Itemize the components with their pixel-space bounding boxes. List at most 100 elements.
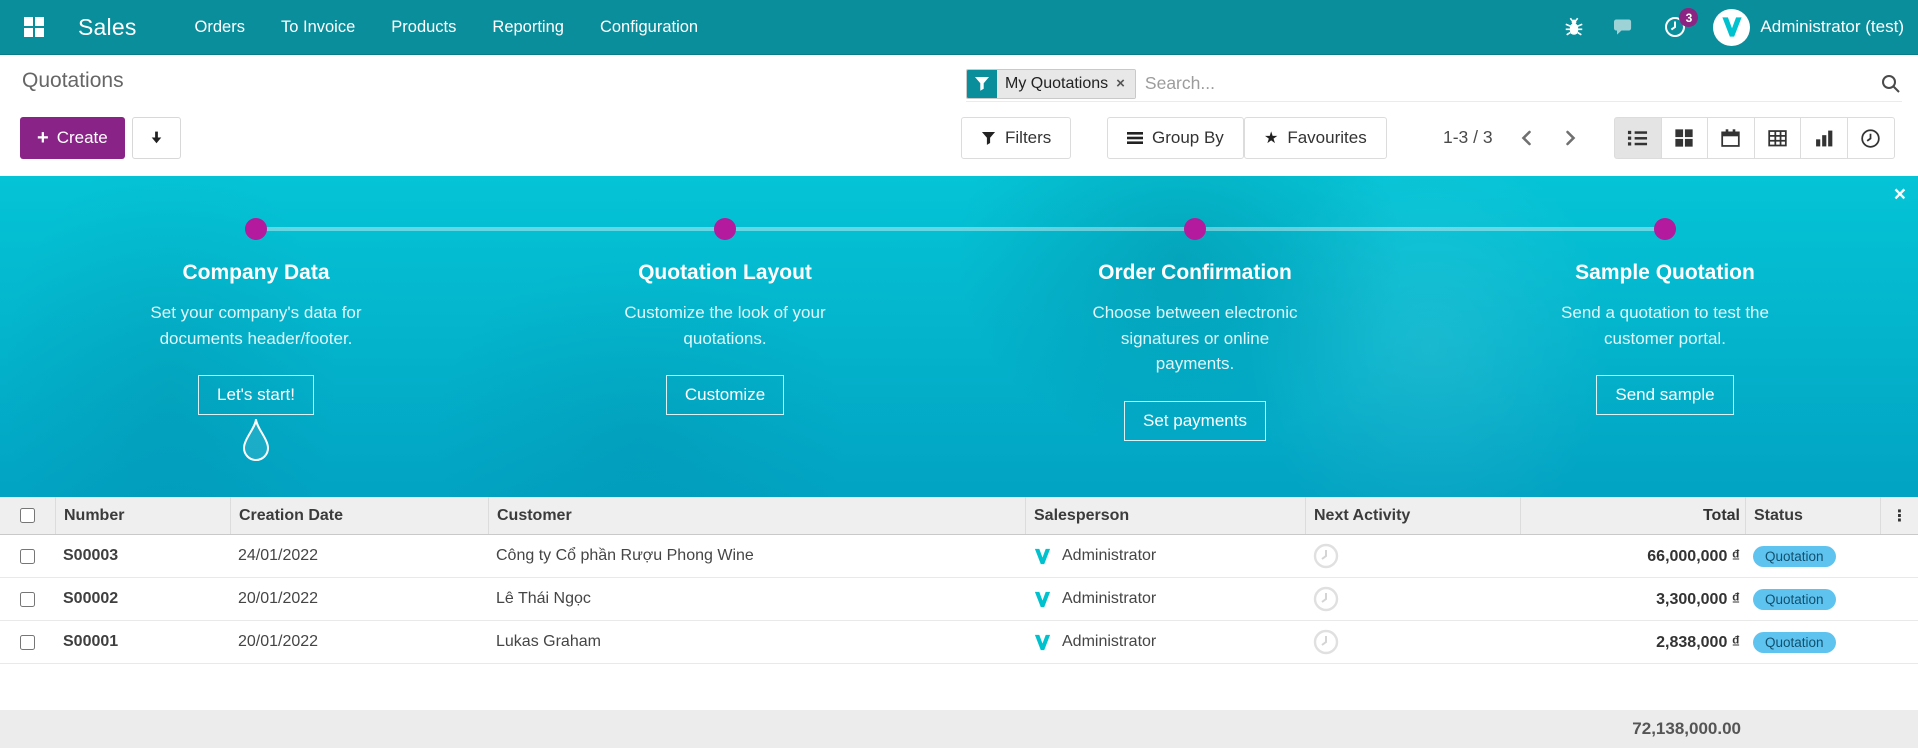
view-pivot-button[interactable]: [1753, 117, 1802, 159]
pager-previous-button[interactable]: [1510, 121, 1544, 155]
row-checkbox[interactable]: [20, 634, 35, 650]
create-button[interactable]: + Create: [20, 117, 125, 159]
chevron-left-icon: [1521, 130, 1531, 146]
cell-creation-date: 20/01/2022: [238, 633, 319, 650]
filter-funnel-icon: [967, 69, 997, 98]
group-by-button[interactable]: Group By: [1107, 117, 1244, 159]
table-row-s00003[interactable]: S00003 24/01/2022 Công ty Cổ phần Rượu P…: [0, 535, 1918, 578]
apps-menu-button[interactable]: [20, 13, 48, 41]
cell-salesperson: Administrator: [1062, 547, 1157, 564]
column-header-salesperson[interactable]: Salesperson: [1025, 497, 1305, 534]
column-header-total[interactable]: Total: [1520, 497, 1745, 534]
cell-total: 3,300,000 ₫: [1656, 590, 1740, 608]
row-checkbox[interactable]: [20, 591, 35, 607]
column-header-customer[interactable]: Customer: [488, 497, 1025, 534]
search-facet: My Quotations ×: [966, 68, 1136, 99]
row-checkbox[interactable]: [20, 548, 35, 564]
onboarding-step-quotation-layout: Quotation Layout Customize the look of y…: [545, 261, 905, 415]
customize-button[interactable]: Customize: [665, 375, 785, 415]
view-list-button[interactable]: [1614, 117, 1662, 159]
pivot-view-icon: [1768, 129, 1787, 146]
step-description: Send a quotation to test the customer po…: [1561, 303, 1769, 348]
apps-grid-icon: [24, 17, 44, 37]
list-view-icon: [1628, 130, 1648, 146]
search-icon[interactable]: [1880, 73, 1902, 95]
step-title: Sample Quotation: [1575, 261, 1755, 284]
water-drop-icon: [76, 417, 436, 468]
select-all-checkbox[interactable]: [20, 508, 35, 523]
remove-facet-button[interactable]: ×: [1108, 75, 1133, 92]
cell-salesperson: Administrator: [1062, 590, 1157, 607]
status-badge: Quotation: [1753, 545, 1836, 567]
status-badge: Quotation: [1753, 588, 1836, 610]
footer-total: 72,138,000.00: [1632, 719, 1741, 738]
cell-creation-date: 24/01/2022: [238, 547, 319, 564]
quotations-table: Number Creation Date Customer Salesperso…: [0, 497, 1918, 664]
table-row-s00001[interactable]: S00001 20/01/2022 Lukas Graham Administr…: [0, 621, 1918, 664]
favourites-button[interactable]: ★ Favourites: [1244, 117, 1387, 159]
step-description: Choose between electronic signatures or …: [1092, 303, 1298, 373]
app-name[interactable]: Sales: [78, 14, 137, 41]
lets-start-button[interactable]: Let's start!: [198, 375, 314, 415]
send-sample-button[interactable]: Send sample: [1596, 375, 1734, 415]
graph-view-icon: [1816, 130, 1833, 146]
top-navbar: Sales Orders To Invoice Products Reporti…: [0, 0, 1918, 55]
next-activity-clock-icon[interactable]: [1305, 543, 1520, 569]
plus-icon: +: [37, 127, 49, 149]
onboarding-step-company-data: Company Data Set your company's data for…: [76, 261, 436, 468]
view-activity-button[interactable]: [1846, 117, 1895, 159]
pager-next-button[interactable]: [1553, 121, 1587, 155]
view-graph-button[interactable]: [1800, 117, 1848, 159]
user-name: Administrator (test): [1760, 17, 1904, 36]
cell-customer: Lukas Graham: [496, 633, 601, 650]
next-activity-clock-icon[interactable]: [1305, 629, 1520, 655]
filters-funnel-icon: [981, 131, 996, 145]
menu-orders[interactable]: Orders: [195, 18, 245, 37]
calendar-view-icon: [1721, 128, 1741, 147]
main-menu: Orders To Invoice Products Reporting Con…: [195, 18, 699, 37]
search-bar: My Quotations ×: [966, 66, 1902, 102]
favourites-label: Favourites: [1287, 128, 1367, 147]
column-header-next-activity[interactable]: Next Activity: [1305, 497, 1520, 534]
set-payments-button[interactable]: Set payments: [1124, 400, 1266, 441]
column-header-status[interactable]: Status: [1745, 497, 1880, 534]
filters-label: Filters: [1005, 128, 1052, 147]
sales-app-window: Sales Orders To Invoice Products Reporti…: [0, 0, 1918, 750]
download-arrow-icon: [151, 131, 162, 143]
search-facet-label: My Quotations: [1005, 74, 1109, 92]
column-header-creation-date[interactable]: Creation Date: [230, 497, 488, 534]
view-switcher: [1614, 117, 1895, 159]
status-badge: Quotation: [1753, 631, 1836, 653]
step-title: Company Data: [182, 261, 330, 284]
table-row-s00002[interactable]: S00002 20/01/2022 Lê Thái Ngọc Administr…: [0, 578, 1918, 621]
step-title: Quotation Layout: [638, 261, 812, 284]
step-description: Set your company's data for documents he…: [150, 303, 362, 348]
progress-line: [256, 227, 1665, 231]
column-header-number[interactable]: Number: [55, 497, 230, 534]
activities-clock-icon[interactable]: 3: [1663, 8, 1699, 39]
filters-button[interactable]: Filters: [961, 117, 1072, 159]
onboarding-step-order-confirmation: Order Confirmation Choose between electr…: [1015, 261, 1375, 441]
messages-icon[interactable]: [1611, 15, 1637, 39]
cell-number: S00002: [63, 590, 119, 607]
search-input[interactable]: [1144, 73, 1874, 94]
menu-configuration[interactable]: Configuration: [600, 18, 698, 37]
view-calendar-button[interactable]: [1707, 117, 1755, 159]
step-dot-sample-quotation: [1654, 218, 1676, 240]
close-banner-button[interactable]: ×: [1894, 184, 1906, 205]
export-button[interactable]: [132, 117, 181, 159]
v-logo-icon: [1722, 17, 1742, 37]
menu-products[interactable]: Products: [391, 18, 456, 37]
optional-columns-toggle[interactable]: ⋮: [1892, 506, 1908, 526]
menu-reporting[interactable]: Reporting: [492, 18, 564, 37]
menu-to-invoice[interactable]: To Invoice: [281, 18, 355, 37]
debug-bug-icon[interactable]: [1563, 15, 1585, 39]
salesperson-avatar: [1034, 548, 1051, 564]
chevron-right-icon: [1566, 130, 1576, 146]
user-menu[interactable]: Administrator (test): [1713, 8, 1904, 46]
next-activity-clock-icon[interactable]: [1305, 586, 1520, 612]
view-kanban-button[interactable]: [1660, 117, 1709, 159]
salesperson-avatar: [1034, 591, 1051, 607]
step-dot-company-data: [245, 218, 267, 240]
cell-customer: Công ty Cổ phần Rượu Phong Wine: [496, 547, 754, 564]
